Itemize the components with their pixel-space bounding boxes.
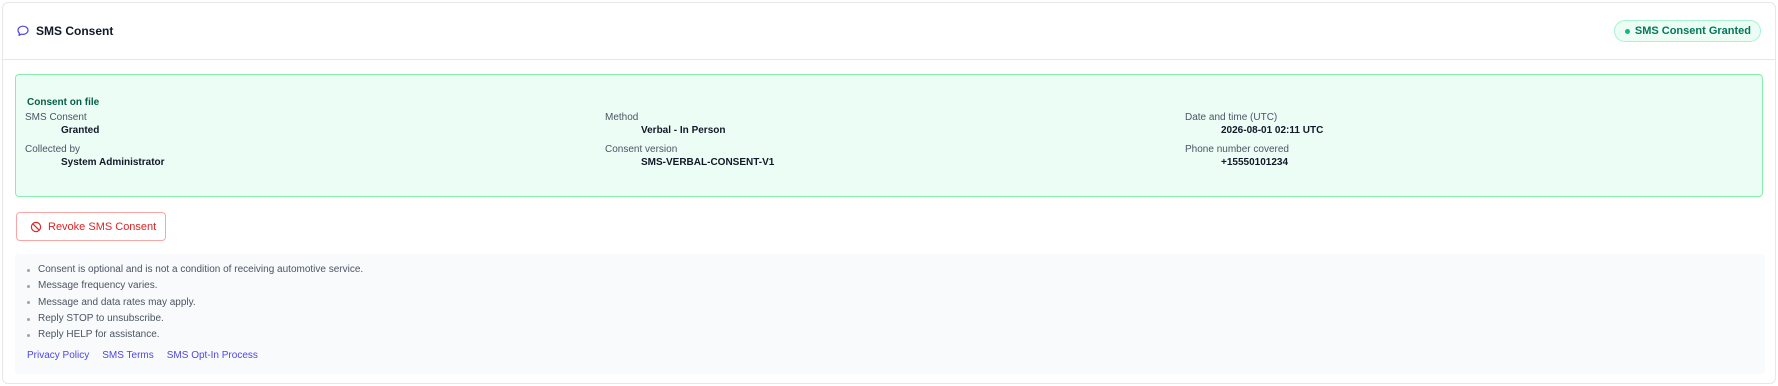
bullet-icon <box>27 268 30 272</box>
disclosures-panel: Consent is optional and is not a conditi… <box>15 254 1765 374</box>
status-badge: SMS Consent Granted <box>1613 20 1761 42</box>
bullet-icon <box>27 317 30 321</box>
field-label: SMS Consent <box>25 112 87 123</box>
header-left: SMS Consent <box>16 24 113 38</box>
privacy-policy-link[interactable]: Privacy Policy <box>27 350 89 361</box>
field-value: SMS-VERBAL-CONSENT-V1 <box>641 157 775 168</box>
list-item-text: Message and data rates may apply. <box>38 296 196 308</box>
consent-on-file-panel: Consent on file SMS Consent Granted Meth… <box>15 74 1763 197</box>
field-value: +15550101234 <box>1221 157 1289 168</box>
field-consent-version: Consent version SMS-VERBAL-CONSENT-V1 <box>605 143 774 169</box>
field-value: 2026-08-01 02:11 UTC <box>1221 125 1324 136</box>
field-label: Consent version <box>605 144 678 155</box>
field-label: Collected by <box>25 144 81 155</box>
list-item-text: Reply STOP to unsubscribe. <box>38 312 164 324</box>
status-dot-icon <box>1624 28 1630 34</box>
list-item: Reply HELP for assistance. <box>25 327 363 343</box>
field-value: Verbal - In Person <box>641 125 726 136</box>
revoke-button-label: Revoke SMS Consent <box>48 220 157 233</box>
field-label: Method <box>605 112 639 123</box>
sms-terms-link[interactable]: SMS Terms <box>102 350 154 361</box>
consent-heading: Consent on file <box>27 97 100 108</box>
field-phone-number: Phone number covered +15550101234 <box>1185 143 1289 169</box>
bullet-icon <box>27 333 30 337</box>
field-value: System Administrator <box>61 157 165 168</box>
disclosures-list: Consent is optional and is not a conditi… <box>25 262 363 343</box>
list-item: Reply STOP to unsubscribe. <box>25 311 363 327</box>
field-value: Granted <box>61 125 100 136</box>
status-badge-label: SMS Consent Granted <box>1634 25 1751 37</box>
list-item: Message and data rates may apply. <box>25 295 363 311</box>
list-item: Consent is optional and is not a conditi… <box>25 262 363 278</box>
field-label: Date and time (UTC) <box>1185 112 1278 123</box>
field-collected-by: Collected by System Administrator <box>25 143 165 169</box>
field-date-time: Date and time (UTC) 2026-08-01 02:11 UTC <box>1185 111 1323 137</box>
list-item-text: Consent is optional and is not a conditi… <box>38 264 364 275</box>
card-header: SMS Consent SMS Consent Granted <box>3 3 1775 60</box>
policy-links: Privacy Policy SMS Terms SMS Opt-In Proc… <box>27 350 258 361</box>
sms-consent-card: SMS Consent SMS Consent Granted Consent … <box>2 2 1776 384</box>
list-item: Message frequency varies. <box>25 278 363 294</box>
sms-opt-in-process-link[interactable]: SMS Opt-In Process <box>167 350 258 361</box>
page-title: SMS Consent <box>36 24 114 38</box>
list-item-text: Reply HELP for assistance. <box>38 329 160 341</box>
bullet-icon <box>27 301 30 305</box>
chat-bubble-icon <box>16 24 30 38</box>
revoke-sms-consent-button[interactable]: Revoke SMS Consent <box>16 212 166 241</box>
list-item-text: Message frequency varies. <box>38 280 158 292</box>
field-label: Phone number covered <box>1185 144 1289 155</box>
field-method: Method Verbal - In Person <box>605 111 725 137</box>
bullet-icon <box>27 284 30 288</box>
ban-icon <box>30 221 42 233</box>
field-sms-consent: SMS Consent Granted <box>25 111 99 137</box>
